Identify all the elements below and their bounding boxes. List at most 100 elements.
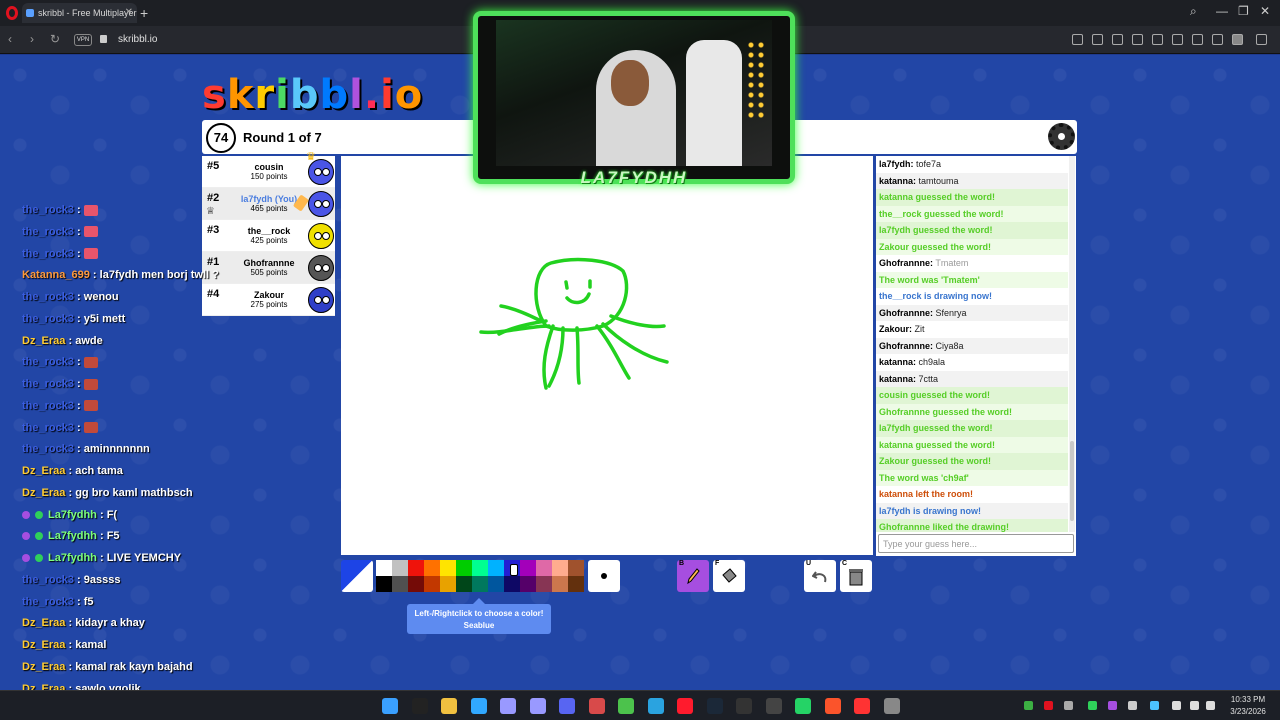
chat-message: Zakour guessed the word! [876, 238, 1068, 255]
telegram-icon[interactable] [647, 698, 664, 714]
undo-tool-button[interactable]: U [804, 560, 836, 592]
xbox-icon[interactable] [618, 698, 634, 714]
player-icon[interactable] [1152, 34, 1163, 45]
brush-size-button[interactable] [588, 560, 620, 592]
color-swatch[interactable] [552, 560, 568, 576]
wifi-icon[interactable] [1190, 701, 1199, 710]
menu-icon[interactable] [1212, 34, 1223, 45]
color-swatch[interactable] [424, 560, 440, 576]
reload-icon[interactable]: ↻ [50, 32, 60, 46]
heart-icon[interactable] [1172, 34, 1183, 45]
opera-menu-icon[interactable] [6, 6, 18, 20]
file-explorer-icon[interactable] [441, 698, 457, 714]
brave-icon[interactable] [824, 698, 841, 714]
forward-icon[interactable]: › [30, 32, 34, 46]
tray-icon-4[interactable] [1088, 701, 1097, 710]
color-swatch[interactable] [408, 576, 424, 592]
capcut-icon[interactable] [736, 698, 752, 714]
adobe-cc-icon[interactable] [854, 698, 870, 714]
current-color-swatch[interactable] [341, 560, 373, 592]
color-swatch[interactable] [456, 560, 472, 576]
extensions-icon[interactable] [1132, 34, 1143, 45]
color-swatch[interactable] [472, 560, 488, 576]
scrollbar-thumb[interactable] [1070, 441, 1074, 521]
color-swatch[interactable] [392, 576, 408, 592]
chat-author: Ghofrannne: [879, 307, 933, 318]
color-swatch[interactable] [488, 576, 504, 592]
mic-icon[interactable] [1172, 701, 1181, 710]
color-swatch[interactable] [536, 560, 552, 576]
lightroom-icon[interactable] [470, 698, 487, 714]
color-swatch[interactable] [376, 560, 392, 576]
chat-message: katanna: ch9ala [876, 354, 1068, 371]
color-swatch[interactable] [536, 576, 552, 592]
color-swatch[interactable] [488, 560, 504, 576]
tray-icon-7[interactable] [1150, 701, 1159, 710]
color-swatch[interactable] [440, 560, 456, 576]
discord-icon[interactable] [559, 698, 575, 714]
tray-icon-2[interactable] [1044, 701, 1053, 710]
tray-icon-6[interactable] [1128, 701, 1137, 710]
color-swatch[interactable] [440, 576, 456, 592]
guess-input[interactable] [878, 534, 1074, 553]
taskbar-clock[interactable]: 10:33 PM 3/23/2026 [1222, 694, 1274, 718]
stream-chat-line: Dz_Eraa : gg bro kaml mathbsch [22, 486, 193, 499]
stream-chat-user: La7fydhh [48, 530, 97, 543]
tool-key: B [679, 560, 685, 567]
color-swatch[interactable] [472, 576, 488, 592]
new-tab-icon[interactable]: + [140, 5, 148, 21]
whatsapp-icon[interactable] [795, 698, 811, 714]
color-swatch[interactable] [408, 560, 424, 576]
color-swatch[interactable] [568, 560, 584, 576]
close-window-icon[interactable]: ✕ [1260, 4, 1270, 18]
tooltip-color-name: Seablue [463, 621, 495, 630]
opera-gx-icon[interactable] [677, 698, 693, 714]
close-tab-icon[interactable]: ✕ [125, 3, 133, 23]
minimize-icon[interactable]: — [1216, 4, 1228, 18]
tray-icon-1[interactable] [1024, 701, 1033, 710]
color-swatch[interactable] [504, 576, 520, 592]
tray-icon-5[interactable] [1108, 701, 1117, 710]
after-effects-icon[interactable] [500, 698, 516, 714]
steam-icon[interactable] [706, 698, 723, 714]
fill-tool-button[interactable]: F [713, 560, 745, 592]
pencil-tool-button[interactable]: B [677, 560, 709, 592]
drawing-canvas[interactable] [341, 156, 873, 555]
back-icon[interactable]: ‹ [8, 32, 12, 46]
search-tabs-icon[interactable]: ⌕ [1190, 4, 1197, 19]
color-swatch[interactable] [520, 576, 536, 592]
volume-icon[interactable] [1206, 701, 1215, 710]
vpn-badge[interactable]: VPN [74, 34, 92, 46]
chat-text: Ghofrannne liked the drawing! [879, 522, 1010, 532]
sidebar-toggle-icon[interactable] [1256, 34, 1267, 45]
stream-chat-user: the_rock3 [22, 573, 74, 586]
edit-icon[interactable] [1072, 34, 1083, 45]
epic-games-icon[interactable] [411, 698, 428, 714]
camera-icon[interactable] [1092, 34, 1103, 45]
windows-start-icon[interactable] [382, 698, 398, 714]
shield-icon[interactable] [1112, 34, 1123, 45]
browser-tab[interactable]: skribbl - Free Multiplayer ✕ [22, 3, 137, 23]
vs-code-icon[interactable] [588, 698, 605, 714]
url-text[interactable]: skribbl.io [118, 34, 157, 45]
color-swatch[interactable] [568, 576, 584, 592]
download-icon[interactable] [1192, 34, 1203, 45]
settings-icon[interactable] [883, 698, 900, 714]
premiere-icon[interactable] [529, 698, 546, 714]
color-swatch[interactable] [392, 560, 408, 576]
color-swatch[interactable] [456, 576, 472, 592]
profile-icon[interactable] [1232, 34, 1243, 45]
restore-icon[interactable]: ❐ [1238, 4, 1249, 18]
chat-scrollbar[interactable] [1069, 156, 1075, 532]
color-swatch[interactable] [424, 576, 440, 592]
settings-gear-icon[interactable] [1048, 123, 1075, 150]
color-swatch[interactable] [376, 576, 392, 592]
lock-icon[interactable] [100, 35, 107, 43]
color-swatch[interactable] [552, 576, 568, 592]
chat-message: la7fydh guessed the word! [876, 222, 1068, 239]
clear-tool-button[interactable]: C [840, 560, 872, 592]
color-swatch[interactable] [520, 560, 536, 576]
tray-icon-3[interactable] [1064, 701, 1073, 710]
player-row[interactable]: #5 cousin 150 points ♛ [202, 151, 335, 188]
obs-icon[interactable] [765, 698, 782, 714]
